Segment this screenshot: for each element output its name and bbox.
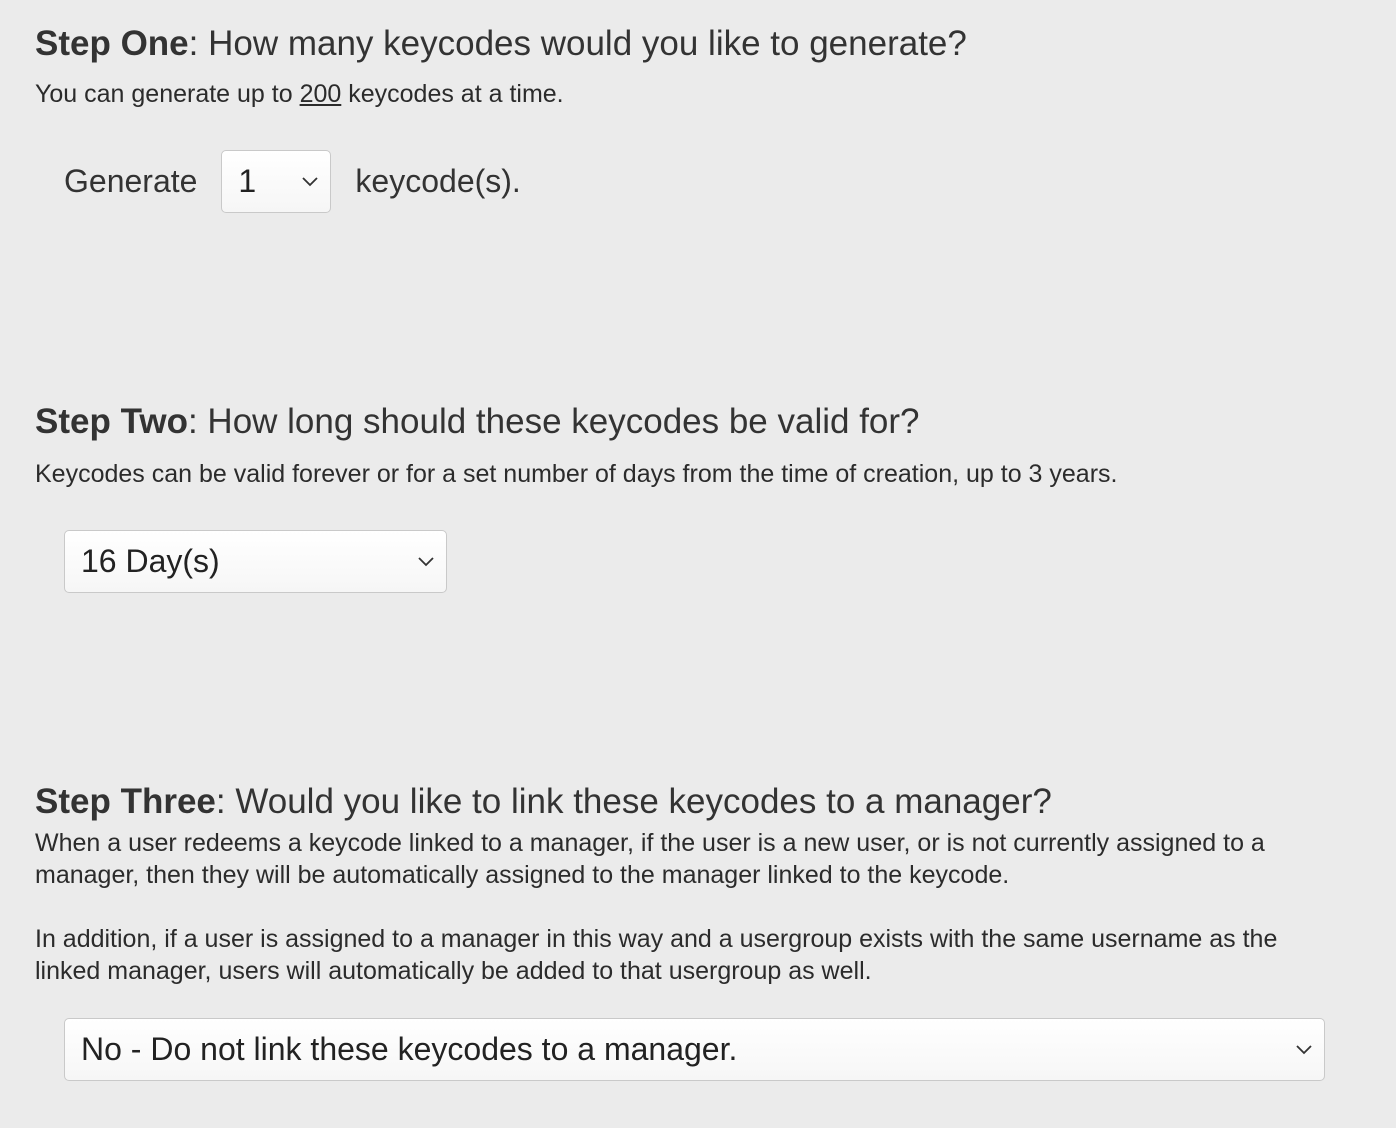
step-two-section: Step Two: How long should these keycodes… bbox=[35, 400, 920, 444]
step-two-label: Step Two bbox=[35, 402, 188, 441]
generate-prefix-label: Generate bbox=[64, 163, 198, 199]
step-one-desc-after: keycodes at a time. bbox=[341, 80, 564, 108]
max-keycodes-value: 200 bbox=[299, 80, 342, 108]
step-three-description-1: When a user redeems a keycode linked to … bbox=[35, 827, 1325, 891]
step-one-desc-before: You can generate up to bbox=[35, 80, 300, 108]
validity-select[interactable]: 16 Day(s) bbox=[64, 530, 447, 593]
step-three-desc-2: In addition, if a user is assigned to a … bbox=[35, 925, 1278, 985]
step-two-desc: Keycodes can be valid forever or for a s… bbox=[35, 460, 1118, 488]
step-two-description: Keycodes can be valid forever or for a s… bbox=[35, 458, 1117, 490]
step-one-title: Step One: How many keycodes would you li… bbox=[35, 22, 967, 66]
keycode-count-value: 1 bbox=[238, 163, 257, 199]
step-one-section: Step One: How many keycodes would you li… bbox=[35, 22, 967, 66]
chevron-down-icon bbox=[1296, 1044, 1312, 1055]
chevron-down-icon bbox=[302, 176, 319, 187]
generate-suffix-label: keycode(s). bbox=[355, 163, 521, 199]
chevron-down-icon bbox=[418, 556, 434, 567]
step-two-question: : How long should these keycodes be vali… bbox=[187, 402, 920, 441]
step-one-label: Step One bbox=[35, 24, 189, 63]
step-two-title: Step Two: How long should these keycodes… bbox=[35, 400, 920, 444]
keycode-count-select[interactable]: 1 bbox=[221, 150, 332, 213]
step-one-question: : How many keycodes would you like to ge… bbox=[188, 24, 967, 63]
step-three-question: : Would you like to link these keycodes … bbox=[215, 782, 1052, 821]
manager-link-value: No - Do not link these keycodes to a man… bbox=[81, 1031, 738, 1067]
manager-link-select[interactable]: No - Do not link these keycodes to a man… bbox=[64, 1018, 1325, 1081]
step-three-title: Step Three: Would you like to link these… bbox=[35, 780, 1052, 824]
keycode-generator-page: Step One: How many keycodes would you li… bbox=[0, 0, 1396, 1128]
step-three-label: Step Three bbox=[35, 782, 216, 821]
validity-value: 16 Day(s) bbox=[81, 543, 220, 579]
step-three-desc-1: When a user redeems a keycode linked to … bbox=[35, 829, 1265, 889]
step-three-section: Step Three: Would you like to link these… bbox=[35, 780, 1052, 824]
step-one-description: You can generate up to 200 keycodes at a… bbox=[35, 78, 564, 110]
generate-row: Generate 1 keycode(s). bbox=[64, 150, 521, 213]
step-three-description-2: In addition, if a user is assigned to a … bbox=[35, 923, 1325, 987]
